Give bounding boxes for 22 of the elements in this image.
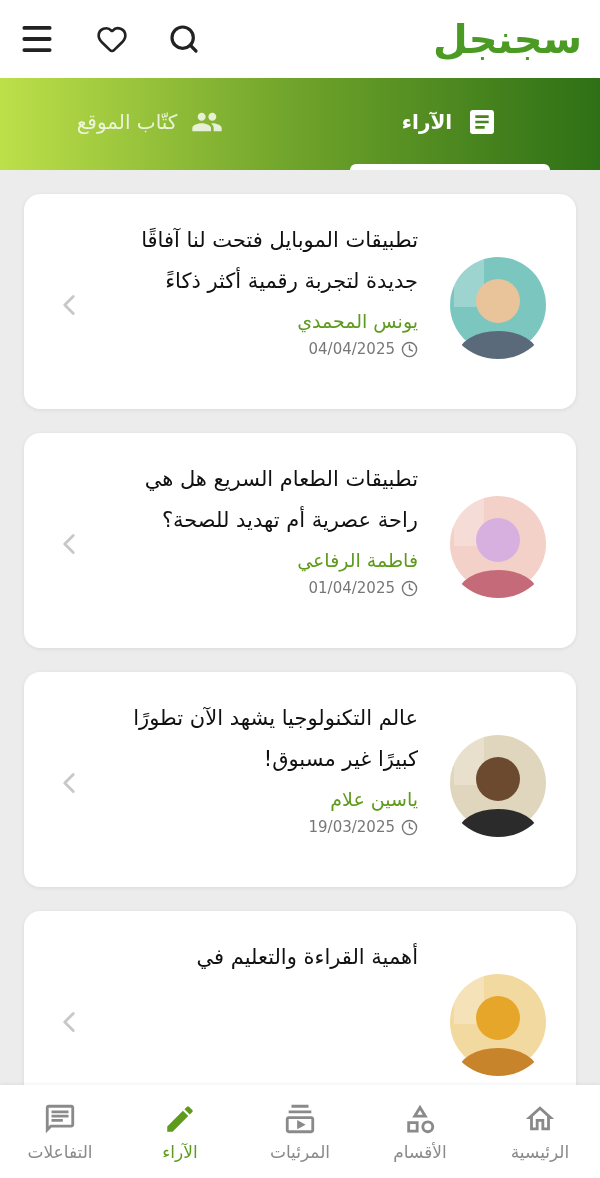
tab[interactable]: كتّاب الموقع bbox=[0, 78, 300, 170]
author-name[interactable]: ياسين علام bbox=[330, 788, 418, 810]
clock-icon bbox=[401, 579, 418, 597]
tab[interactable]: الآراء bbox=[300, 78, 600, 170]
article-card[interactable]: أهمية القراءة والتعليم في bbox=[24, 911, 576, 1085]
clock-icon bbox=[401, 340, 418, 358]
article-title: عالم التكنولوجيا يشهد الآن تطورًا كبيرًا غير مسبوق! bbox=[132, 705, 418, 773]
logo[interactable]: سجنجل bbox=[432, 19, 582, 59]
nav-item[interactable]: الرئيسية bbox=[480, 1100, 600, 1163]
author-name[interactable]: فاطمة الرفاعي bbox=[297, 549, 418, 571]
article-title: أهمية القراءة والتعليم في bbox=[195, 942, 418, 971]
article-date: 04/04/2025 bbox=[308, 340, 395, 358]
article-date: 19/03/2025 bbox=[308, 818, 395, 836]
nav-item[interactable]: الأقسام bbox=[360, 1100, 480, 1163]
clock-icon bbox=[401, 818, 418, 836]
nav-item[interactable]: المرئيات bbox=[240, 1100, 360, 1163]
article-title: تطبيقات الموبايل فتحت لنا آفاقًا جديدة لتجربة رقمية أكثر ذكاءً bbox=[140, 227, 418, 295]
author-name[interactable]: يونس المحمدي bbox=[297, 310, 418, 332]
article-title: تطبيقات الطعام السريع هل هي راحة عصرية أم تهديد للصحة؟ bbox=[143, 466, 418, 534]
nav-item[interactable]: التفاعلات bbox=[0, 1100, 120, 1163]
nav-item[interactable]: الآراء bbox=[120, 1100, 240, 1163]
article-date: 01/04/2025 bbox=[308, 579, 395, 597]
